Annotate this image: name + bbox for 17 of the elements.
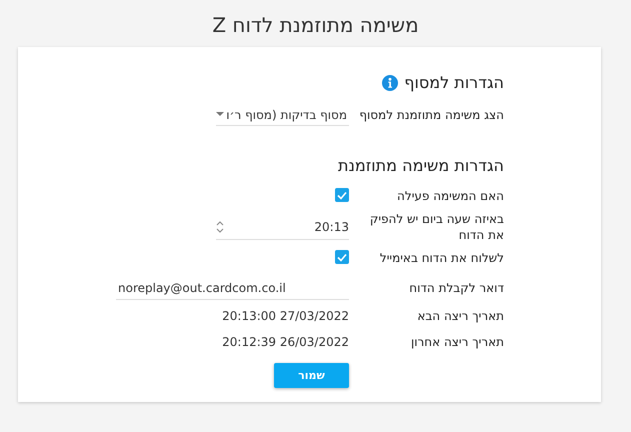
caret-icon bbox=[216, 112, 224, 117]
page-title: משימה מתוזמנת לדוח Z bbox=[212, 12, 419, 36]
field-label: הצג משימה מתוזמנת למסוף bbox=[359, 107, 504, 123]
date-value: 20:12:39 26/03/2022 bbox=[222, 335, 349, 349]
section-heading: הגדרות למסוף bbox=[404, 73, 504, 92]
field-label: האם המשימה פעילה bbox=[397, 188, 504, 204]
field-label: תאריך ריצה אחרון bbox=[410, 334, 504, 350]
checkbox[interactable] bbox=[335, 188, 349, 202]
field-label: תאריך ריצה הבא bbox=[417, 308, 504, 324]
info-icon[interactable] bbox=[382, 74, 398, 90]
checkbox[interactable] bbox=[335, 250, 349, 264]
field-label: לשלוח את הדוח באימייל bbox=[380, 250, 504, 266]
date-value: 20:13:00 27/03/2022 bbox=[222, 309, 349, 323]
field-label: דואר לקבלת הדוח bbox=[409, 280, 504, 296]
spinner-icon[interactable] bbox=[216, 220, 224, 234]
section-heading: הגדרות משימה מתוזמנת bbox=[338, 156, 504, 175]
field-label: באיזה שעה ביום יש להפיק את הדוח bbox=[368, 211, 504, 243]
